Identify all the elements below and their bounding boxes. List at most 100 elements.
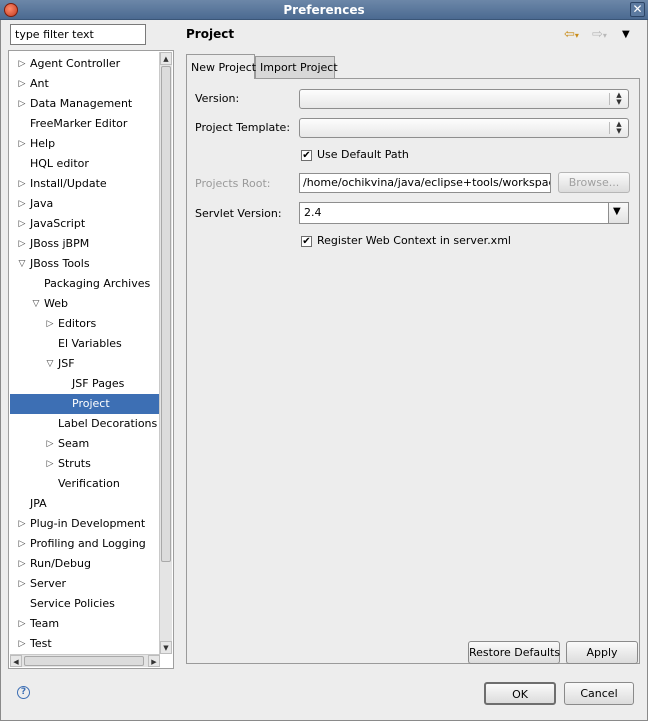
tree-item-label: Run/Debug: [30, 557, 91, 570]
tree-item[interactable]: ▷ Struts: [10, 454, 159, 474]
collapsed-twistie-icon[interactable]: ▷: [16, 174, 28, 194]
tree-item[interactable]: El Variables: [10, 334, 159, 354]
tree-item-label: JavaScript: [30, 217, 86, 230]
tree-item-label: JPA: [30, 497, 47, 510]
collapsed-twistie-icon[interactable]: ▷: [16, 134, 28, 154]
collapsed-twistie-icon[interactable]: ▷: [44, 314, 56, 334]
tree-item-label: JBoss jBPM: [30, 237, 90, 250]
tree-item[interactable]: FreeMarker Editor: [10, 114, 159, 134]
combo-separator: [609, 93, 610, 105]
collapsed-twistie-icon[interactable]: ▷: [16, 214, 28, 234]
collapsed-twistie-icon[interactable]: ▷: [44, 454, 56, 474]
version-combo[interactable]: ▲ ▼: [299, 89, 629, 109]
tree-item[interactable]: ▽ Web: [10, 294, 159, 314]
collapsed-twistie-icon[interactable]: ▷: [16, 194, 28, 214]
updown-chevron-icon: ▲ ▼: [616, 120, 622, 135]
collapsed-twistie-icon[interactable]: ▷: [16, 614, 28, 634]
tree-item[interactable]: ▽ JSF: [10, 354, 159, 374]
tree-item[interactable]: ▷ Team: [10, 614, 159, 634]
browse-button[interactable]: Browse...: [558, 172, 630, 193]
register-web-context-label: Register Web Context in server.xml: [317, 234, 511, 247]
tree-item-label: Ant: [30, 77, 49, 90]
tree-item[interactable]: ▷ Run/Debug: [10, 554, 159, 574]
tree-item[interactable]: ▷ Install/Update: [10, 174, 159, 194]
tree-item-label: Profiling and Logging: [30, 537, 146, 550]
collapsed-twistie-icon[interactable]: ▷: [16, 94, 28, 114]
tree-item[interactable]: Packaging Archives: [10, 274, 159, 294]
tree-horizontal-scrollbar[interactable]: ◀ ▶: [10, 654, 160, 667]
tree-item[interactable]: ▷ JBoss jBPM: [10, 234, 159, 254]
tree-item[interactable]: ▷ Plug-in Development: [10, 514, 159, 534]
tree-vertical-scrollbar[interactable]: ▲ ▼: [159, 52, 172, 654]
tree-item-label: Seam: [58, 437, 90, 450]
filter-input[interactable]: [10, 24, 146, 45]
tree-item[interactable]: ▷ Profiling and Logging: [10, 534, 159, 554]
view-menu-icon[interactable]: ▼: [622, 27, 630, 43]
back-arrow-icon[interactable]: ⇦▾: [564, 27, 579, 44]
help-icon[interactable]: ?: [17, 686, 30, 699]
dropdown-button[interactable]: ▼: [608, 203, 628, 223]
scroll-down-icon[interactable]: ▼: [160, 641, 172, 654]
tree-item[interactable]: Verification: [10, 474, 159, 494]
scroll-up-icon[interactable]: ▲: [160, 52, 172, 65]
restore-defaults-button[interactable]: Restore Defaults: [468, 641, 560, 664]
tree-item[interactable]: JPA: [10, 494, 159, 514]
project-template-combo[interactable]: ▲ ▼: [299, 118, 629, 138]
collapsed-twistie-icon[interactable]: ▷: [16, 514, 28, 534]
tree-item-label: Plug-in Development: [30, 517, 146, 530]
collapsed-twistie-icon[interactable]: ▷: [16, 554, 28, 574]
collapsed-twistie-icon[interactable]: ▷: [16, 234, 28, 254]
splitter-sash[interactable]: [176, 20, 178, 675]
expanded-twistie-icon[interactable]: ▽: [16, 254, 28, 274]
register-web-context-checkbox[interactable]: ✔: [301, 236, 312, 247]
tree-item[interactable]: ▷ Seam: [10, 434, 159, 454]
tree-item[interactable]: ▷ Editors: [10, 314, 159, 334]
tree-item[interactable]: Project: [10, 394, 159, 414]
collapsed-twistie-icon[interactable]: ▷: [44, 434, 56, 454]
horizontal-scroll-thumb[interactable]: [24, 656, 144, 666]
page-title: Project: [186, 27, 235, 41]
tree-item[interactable]: HQL editor: [10, 154, 159, 174]
tab-import-project[interactable]: Import Project: [255, 56, 338, 78]
use-default-path-checkbox[interactable]: ✔: [301, 150, 312, 161]
preferences-tree[interactable]: ▷ Agent Controller ▷ Ant ▷ Data Management Fre…: [8, 50, 174, 669]
collapsed-twistie-icon[interactable]: ▷: [16, 54, 28, 74]
tree-item[interactable]: ▷ JavaScript: [10, 214, 159, 234]
tree-item-label: Verification: [58, 477, 120, 490]
scroll-left-icon[interactable]: ◀: [10, 655, 22, 667]
servlet-version-combo[interactable]: 2.4 ▼: [299, 202, 629, 224]
expanded-twistie-icon[interactable]: ▽: [30, 294, 42, 314]
cancel-button[interactable]: Cancel: [564, 682, 634, 705]
tree-item[interactable]: ▷ Ant: [10, 74, 159, 94]
tree-item[interactable]: ▷ Help: [10, 134, 159, 154]
tab-panel: Version: ▲ ▼ Project Template: ▲ ▼ ✔ Use D…: [186, 78, 640, 664]
updown-chevron-icon: ▲ ▼: [616, 91, 622, 106]
tree-item-label: Agent Controller: [30, 57, 121, 70]
tab-new-project[interactable]: New Project: [186, 54, 256, 79]
scroll-right-icon[interactable]: ▶: [148, 655, 160, 667]
ok-button[interactable]: OK: [484, 682, 556, 705]
project-template-label: Project Template:: [195, 121, 291, 134]
tree-item[interactable]: ▷ Test: [10, 634, 159, 654]
tree-item[interactable]: ▷ Server: [10, 574, 159, 594]
forward-arrow-icon[interactable]: ⇨▾: [592, 27, 607, 44]
tree-item[interactable]: JSF Pages: [10, 374, 159, 394]
collapsed-twistie-icon[interactable]: ▷: [16, 574, 28, 594]
tree-item-label: Install/Update: [30, 177, 107, 190]
title-bar: Preferences ✕: [0, 0, 648, 20]
tree-item-label: Data Management: [30, 97, 133, 110]
tree-item[interactable]: Service Policies: [10, 594, 159, 614]
tree-item[interactable]: Label Decorations: [10, 414, 159, 434]
tree-item[interactable]: ▽ JBoss Tools: [10, 254, 159, 274]
apply-button[interactable]: Apply: [566, 641, 638, 664]
close-icon[interactable]: ✕: [630, 2, 645, 17]
collapsed-twistie-icon[interactable]: ▷: [16, 634, 28, 654]
vertical-scroll-thumb[interactable]: [161, 66, 171, 562]
collapsed-twistie-icon[interactable]: ▷: [16, 74, 28, 94]
tree-item[interactable]: ▷ Data Management: [10, 94, 159, 114]
expanded-twistie-icon[interactable]: ▽: [44, 354, 56, 374]
collapsed-twistie-icon[interactable]: ▷: [16, 534, 28, 554]
tree-item[interactable]: ▷ Agent Controller: [10, 54, 159, 74]
tree-item[interactable]: ▷ Java: [10, 194, 159, 214]
projects-root-field[interactable]: /home/ochikvina/java/eclipse+tools/works…: [299, 173, 551, 193]
